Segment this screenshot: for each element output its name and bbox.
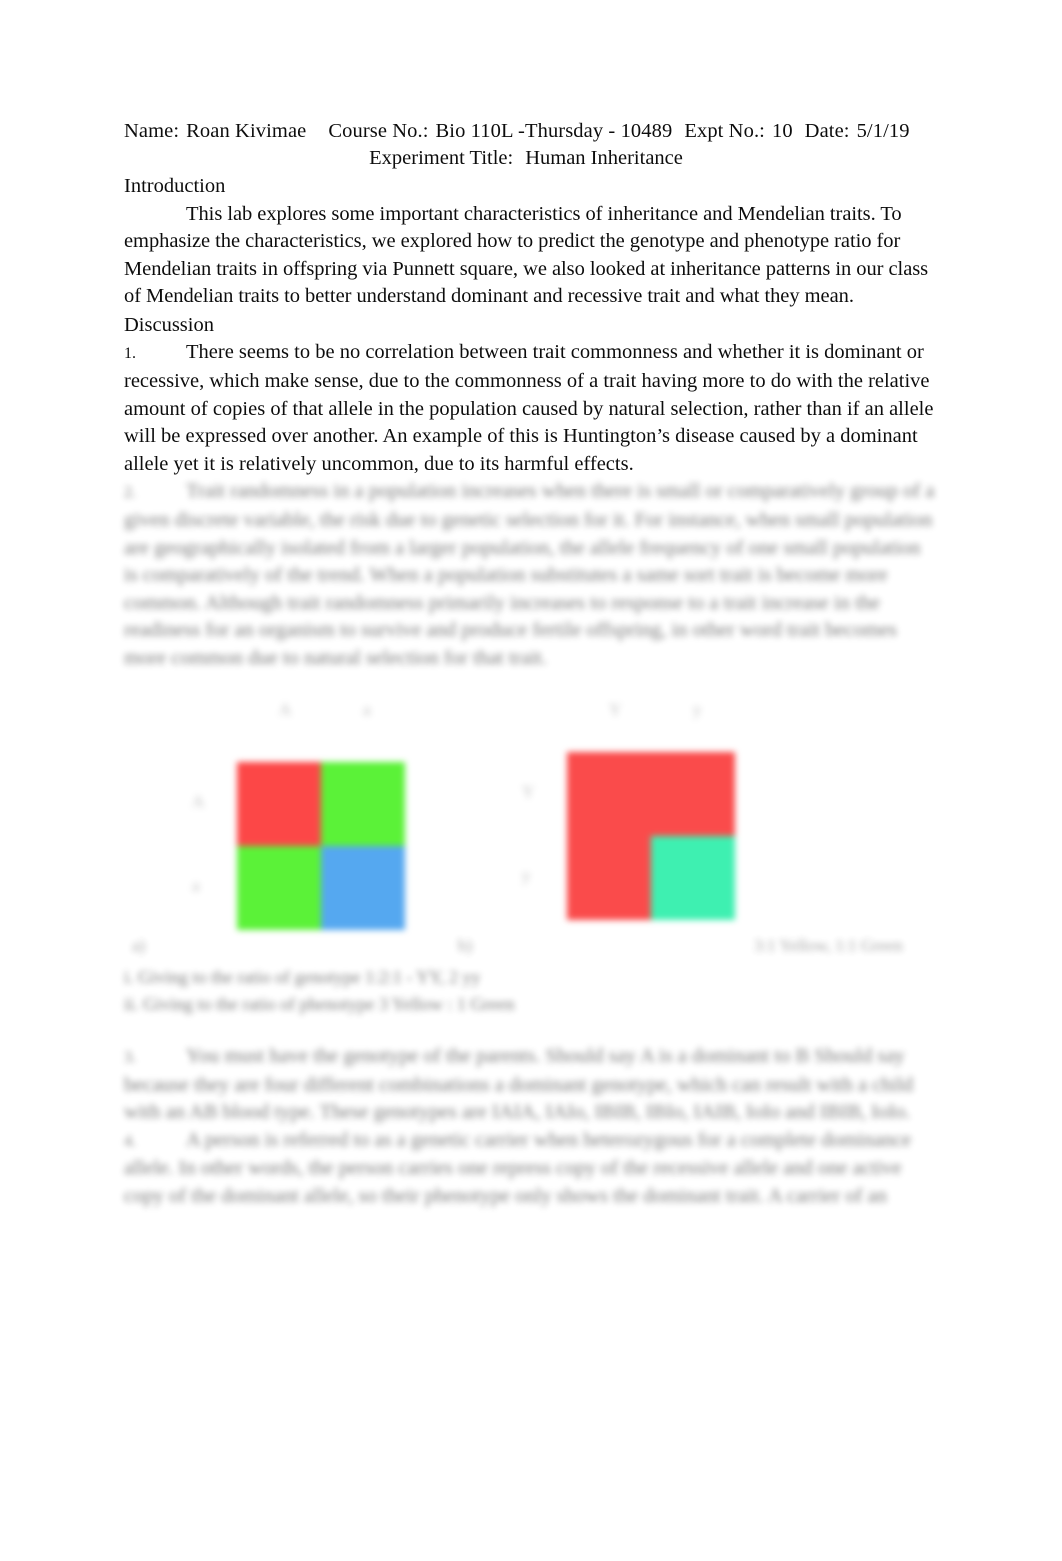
- discussion-item-2-number: 2.: [124, 484, 136, 502]
- punnett-square-2: [567, 752, 735, 920]
- punnett-squares-figure: A a A a Y y Y y a) b) 3:1 Yellow, 1:1 Gr…: [124, 680, 936, 980]
- experiment-title-line: Experiment Title: Human Inheritance: [124, 145, 936, 172]
- punnett-2-cell-3: [651, 836, 735, 920]
- punnett-1-col-label-0: A: [279, 700, 292, 719]
- punnett-1-row-label-1: a: [192, 876, 200, 895]
- punnett-1-col-label-1: a: [363, 700, 371, 719]
- date-value: 5/1/19: [856, 120, 910, 142]
- punnett-2-cell-1: [651, 752, 735, 836]
- punnett-2-cell-0: [567, 752, 651, 836]
- punnett-square-1: [237, 762, 405, 930]
- punnett-2-col-label-1: y: [693, 700, 702, 719]
- punnett-right-note: 3:1 Yellow, 1:1 Green: [754, 936, 903, 955]
- expt-label: Expt No.:: [684, 120, 765, 142]
- introduction-paragraph: This lab explores some important charact…: [124, 201, 936, 311]
- punnett-ratio-lines: i. Giving to the ratio of genotype 1:2:1…: [124, 964, 936, 1018]
- course-label: Course No.:: [328, 120, 429, 142]
- punnett-2-cell-2: [567, 836, 651, 920]
- name-label: Name:: [124, 120, 180, 142]
- punnett-2-row-label-1: y: [522, 866, 531, 885]
- introduction-text: This lab explores some important charact…: [124, 202, 929, 308]
- punnett-left-mark: a): [132, 936, 146, 955]
- discussion-item-3: 3. You must have the genotype of the pare…: [124, 1043, 936, 1127]
- introduction-heading: Introduction: [124, 175, 226, 197]
- punnett-1-cell-3: [321, 846, 405, 930]
- date-label: Date:: [804, 120, 850, 142]
- discussion-item-2: 2. Trait randomness in a population incre…: [124, 478, 936, 672]
- punnett-2-row-label-0: Y: [522, 782, 535, 801]
- experiment-title-label: Experiment Title:: [369, 147, 514, 169]
- course-value: Bio 110L -Thursday - 10489: [435, 120, 673, 142]
- discussion-item-4: 4. A person is referred to as a genetic c…: [124, 1127, 936, 1211]
- discussion-item-3-text: You must have the genotype of the parent…: [124, 1045, 914, 1124]
- discussion-item-4-number: 4.: [124, 1132, 136, 1150]
- ratio-line-1: i. Giving to the ratio of genotype 1:2:1…: [124, 967, 481, 987]
- discussion-item-1-text: There seems to be no correlation between…: [124, 341, 934, 475]
- punnett-middle-mark: b): [458, 936, 473, 955]
- punnett-1-cell-0: [237, 762, 321, 846]
- experiment-title-value: Human Inheritance: [525, 147, 683, 169]
- discussion-heading: Discussion: [124, 313, 214, 336]
- discussion-item-3-number: 3.: [124, 1049, 136, 1066]
- discussion-item-4-text: A person is referred to as a genetic car…: [124, 1128, 912, 1207]
- discussion-item-1: 1. There seems to be no correlation betwe…: [124, 339, 936, 478]
- ratio-line-2: ii. Giving to the ratio of phenotype 3 Y…: [124, 994, 515, 1014]
- document-content: Name: Roan Kivimae Course No.: Bio 110L -Th…: [124, 118, 936, 1207]
- document-header-line: Name: Roan Kivimae Course No.: Bio 110L -Th…: [124, 118, 936, 145]
- punnett-1-row-label-0: A: [192, 792, 205, 811]
- document-page: Name: Roan Kivimae Course No.: Bio 110L -Th…: [0, 0, 1062, 1561]
- discussion-item-2-text: Trait randomness in a population increas…: [124, 480, 935, 669]
- punnett-1-cell-2: [237, 846, 321, 930]
- bottom-discussion-items: 3. You must have the genotype of the pare…: [124, 1043, 936, 1211]
- expt-value: 10: [771, 120, 793, 142]
- discussion-item-1-number: 1.: [124, 345, 136, 363]
- name-value: Roan Kivimae: [186, 120, 307, 142]
- punnett-1-cell-1: [321, 762, 405, 846]
- punnett-2-col-label-0: Y: [609, 700, 622, 719]
